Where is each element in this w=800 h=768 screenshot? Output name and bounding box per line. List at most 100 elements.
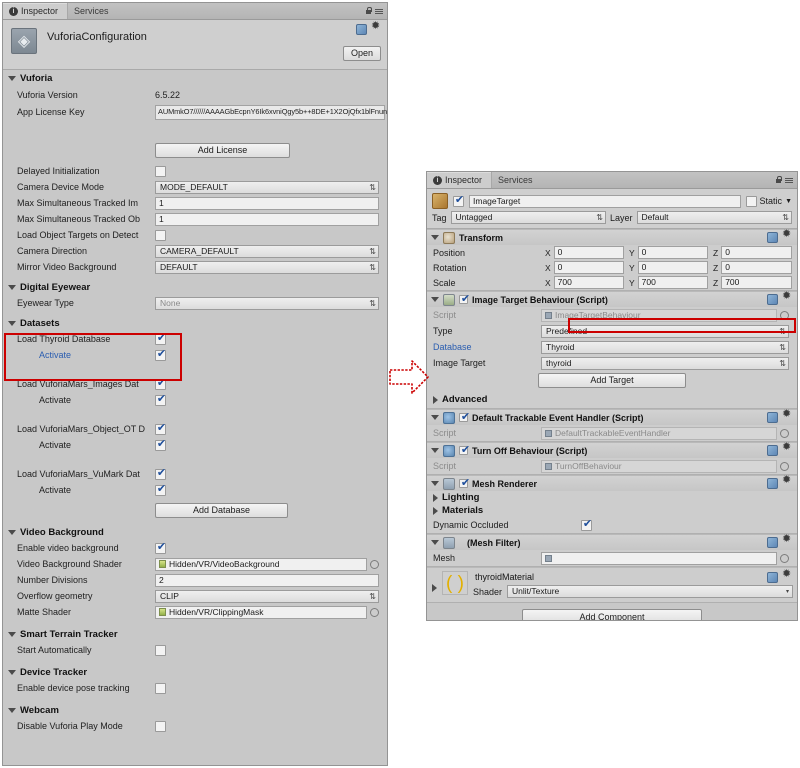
dynamic-occluded-checkbox[interactable] bbox=[581, 518, 593, 531]
gear-icon[interactable] bbox=[371, 21, 382, 35]
section-webcam[interactable]: Webcam bbox=[3, 702, 387, 718]
gear-icon[interactable] bbox=[782, 229, 793, 243]
open-button[interactable]: Open bbox=[343, 46, 381, 61]
matte-shader-field[interactable]: Hidden/VR/ClippingMask bbox=[155, 605, 367, 619]
gameobject-enabled-checkbox[interactable] bbox=[453, 194, 465, 207]
itb-advanced-foldout[interactable]: Advanced bbox=[427, 391, 797, 408]
add-database-button[interactable]: Add Database bbox=[155, 503, 288, 518]
vuforiamars-images-activate-checkbox[interactable] bbox=[155, 393, 167, 406]
object-picker-icon[interactable] bbox=[370, 607, 379, 617]
foldout-triangle-icon[interactable] bbox=[432, 584, 437, 592]
position-y-input[interactable]: 0 bbox=[637, 246, 708, 259]
mesh-filter-header[interactable]: (Mesh Filter) bbox=[427, 534, 797, 550]
load-object-targets-checkbox[interactable] bbox=[155, 229, 166, 241]
image-target-behaviour-header[interactable]: Image Target Behaviour (Script) bbox=[427, 291, 797, 307]
section-datasets[interactable]: Datasets bbox=[3, 315, 387, 331]
thyroid-activate-checkbox[interactable] bbox=[155, 348, 167, 361]
chevron-down-icon[interactable]: ▼ bbox=[785, 198, 792, 205]
tab-services[interactable]: Services bbox=[492, 172, 542, 188]
scale-y-input[interactable]: 700 bbox=[637, 276, 708, 289]
rotation-x-input[interactable]: 0 bbox=[553, 261, 624, 274]
section-video-background[interactable]: Video Background bbox=[3, 524, 387, 540]
overflow-geometry-dropdown[interactable]: CLIP bbox=[155, 589, 379, 603]
section-vuforia[interactable]: Vuforia bbox=[3, 70, 387, 86]
enable-video-background-checkbox[interactable] bbox=[155, 541, 167, 554]
tab-inspector[interactable]: i Inspector bbox=[427, 172, 493, 188]
device-pose-tracking-checkbox[interactable] bbox=[155, 682, 166, 694]
load-vuforiamars-images-checkbox[interactable] bbox=[155, 377, 167, 390]
mirror-video-dropdown[interactable]: DEFAULT bbox=[155, 260, 379, 274]
tag-dropdown[interactable]: Untagged bbox=[450, 211, 606, 224]
help-icon[interactable] bbox=[767, 537, 778, 548]
load-vuforiamars-object-ot-checkbox[interactable] bbox=[155, 422, 167, 435]
help-icon[interactable] bbox=[767, 232, 778, 243]
itb-image-target-dropdown[interactable]: thyroid bbox=[541, 356, 789, 370]
transform-header[interactable]: Transform bbox=[427, 229, 797, 245]
vuforiamars-vumark-activate-checkbox[interactable] bbox=[155, 483, 167, 496]
default-trackable-enabled-checkbox[interactable] bbox=[459, 411, 471, 424]
license-key-input[interactable]: AUMmkO7//////AAAAGbEcpnY6Ik6xvniQgy5b++8… bbox=[155, 105, 387, 120]
max-tracked-images-input[interactable]: 1 bbox=[155, 196, 379, 210]
mesh-renderer-header[interactable]: Mesh Renderer bbox=[427, 475, 797, 491]
scale-z-input[interactable]: 700 bbox=[721, 276, 792, 289]
panel-menu-icon[interactable] bbox=[375, 7, 383, 15]
help-icon[interactable] bbox=[767, 412, 778, 423]
tab-services[interactable]: Services bbox=[68, 3, 118, 19]
section-smart-terrain-tracker[interactable]: Smart Terrain Tracker bbox=[3, 626, 387, 642]
gear-icon[interactable] bbox=[782, 534, 793, 548]
turn-off-behaviour-enabled-checkbox[interactable] bbox=[459, 444, 471, 457]
add-target-button[interactable]: Add Target bbox=[538, 373, 686, 388]
scale-x-input[interactable]: 700 bbox=[553, 276, 624, 289]
load-vuforiamars-vumark-checkbox[interactable] bbox=[155, 467, 167, 480]
shader-dropdown[interactable]: Unlit/Texture bbox=[507, 585, 793, 599]
add-license-button[interactable]: Add License bbox=[155, 143, 290, 158]
max-tracked-objects-input[interactable]: 1 bbox=[155, 212, 379, 226]
help-icon[interactable] bbox=[767, 478, 778, 489]
add-component-button[interactable]: Add Component bbox=[522, 609, 702, 620]
help-icon[interactable] bbox=[356, 24, 367, 35]
itb-type-dropdown[interactable]: Predefined bbox=[541, 324, 789, 338]
itb-database-dropdown[interactable]: Thyroid bbox=[541, 340, 789, 354]
camera-device-mode-dropdown[interactable]: MODE_DEFAULT bbox=[155, 180, 379, 194]
panel-menu-icon[interactable] bbox=[785, 176, 793, 184]
mesh-renderer-lighting-foldout[interactable]: Lighting bbox=[427, 491, 797, 504]
turn-off-behaviour-header[interactable]: Turn Off Behaviour (Script) bbox=[427, 442, 797, 458]
mesh-renderer-enabled-checkbox[interactable] bbox=[459, 477, 471, 490]
mesh-field[interactable] bbox=[541, 551, 777, 565]
gear-icon[interactable] bbox=[782, 475, 793, 489]
position-x-input[interactable]: 0 bbox=[553, 246, 624, 259]
start-automatically-checkbox[interactable] bbox=[155, 644, 166, 656]
rotation-y-input[interactable]: 0 bbox=[637, 261, 708, 274]
lock-icon[interactable] bbox=[365, 7, 372, 15]
rotation-z-input[interactable]: 0 bbox=[721, 261, 792, 274]
gear-icon[interactable] bbox=[782, 409, 793, 423]
eyewear-type-dropdown[interactable]: None bbox=[155, 296, 379, 310]
object-picker-icon[interactable] bbox=[370, 559, 379, 569]
gameobject-name-input[interactable]: ImageTarget bbox=[469, 194, 741, 208]
image-target-behaviour-enabled-checkbox[interactable] bbox=[459, 293, 471, 306]
load-thyroid-database-checkbox[interactable] bbox=[155, 332, 167, 345]
default-trackable-header[interactable]: Default Trackable Event Handler (Script) bbox=[427, 409, 797, 425]
video-background-shader-field[interactable]: Hidden/VR/VideoBackground bbox=[155, 557, 367, 571]
gear-icon[interactable] bbox=[782, 569, 793, 583]
layer-dropdown[interactable]: Default bbox=[636, 211, 792, 224]
help-icon[interactable] bbox=[767, 572, 778, 583]
static-toggle[interactable]: Static ▼ bbox=[745, 195, 792, 207]
object-picker-icon[interactable] bbox=[780, 553, 789, 563]
camera-direction-dropdown[interactable]: CAMERA_DEFAULT bbox=[155, 244, 379, 258]
delayed-init-checkbox[interactable] bbox=[155, 165, 166, 177]
section-device-tracker[interactable]: Device Tracker bbox=[3, 664, 387, 680]
static-checkbox[interactable] bbox=[745, 195, 757, 207]
tab-inspector[interactable]: i Inspector bbox=[3, 3, 69, 19]
gear-icon[interactable] bbox=[782, 442, 793, 456]
gear-icon[interactable] bbox=[782, 291, 793, 305]
help-icon[interactable] bbox=[767, 294, 778, 305]
help-icon[interactable] bbox=[767, 445, 778, 456]
lock-icon[interactable] bbox=[775, 176, 782, 184]
disable-play-mode-checkbox[interactable] bbox=[155, 720, 166, 732]
mesh-renderer-materials-foldout[interactable]: Materials bbox=[427, 504, 797, 517]
vuforiamars-object-ot-activate-checkbox[interactable] bbox=[155, 438, 167, 451]
number-divisions-input[interactable]: 2 bbox=[155, 573, 379, 587]
section-digital-eyewear[interactable]: Digital Eyewear bbox=[3, 279, 387, 295]
position-z-input[interactable]: 0 bbox=[721, 246, 792, 259]
